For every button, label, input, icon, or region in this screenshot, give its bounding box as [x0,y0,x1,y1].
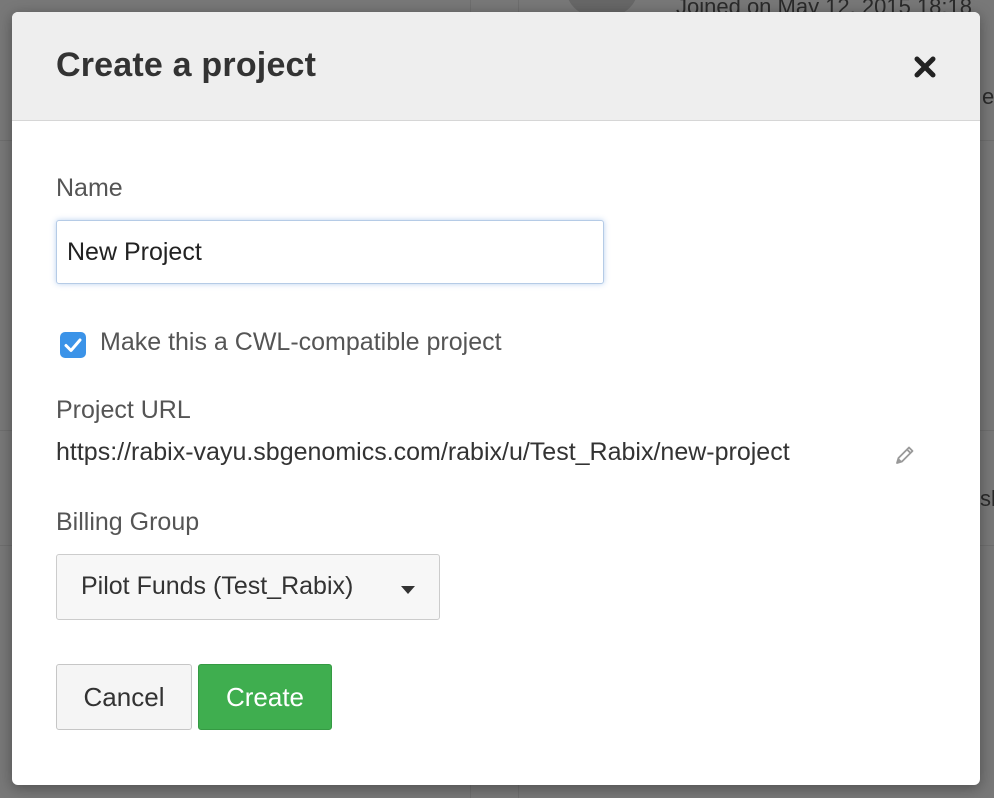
create-button[interactable]: Create [198,664,332,730]
name-label: Name [56,174,123,202]
billing-group-selected: Pilot Funds (Test_Rabix) [81,572,354,600]
create-project-dialog: Create a project Name Make this a CWL-co… [12,12,980,785]
cancel-button[interactable]: Cancel [56,664,192,730]
cwl-compatible-checkbox[interactable] [60,332,86,358]
close-button[interactable] [908,50,942,84]
dialog-header: Create a project [12,12,980,121]
project-url-value: https://rabix-vayu.sbgenomics.com/rabix/… [56,438,790,466]
project-name-input[interactable] [56,220,604,284]
dialog-title: Create a project [56,46,317,84]
billing-group-label: Billing Group [56,508,200,536]
edit-url-button[interactable] [894,444,916,466]
cwl-compatible-label[interactable]: Make this a CWL-compatible project [100,328,502,357]
checkmark-icon [64,338,82,352]
billing-group-dropdown[interactable]: Pilot Funds (Test_Rabix) [56,554,440,620]
caret-down-icon [401,586,415,594]
pencil-icon [896,446,914,464]
close-icon [914,56,936,78]
project-url-label: Project URL [56,396,191,424]
